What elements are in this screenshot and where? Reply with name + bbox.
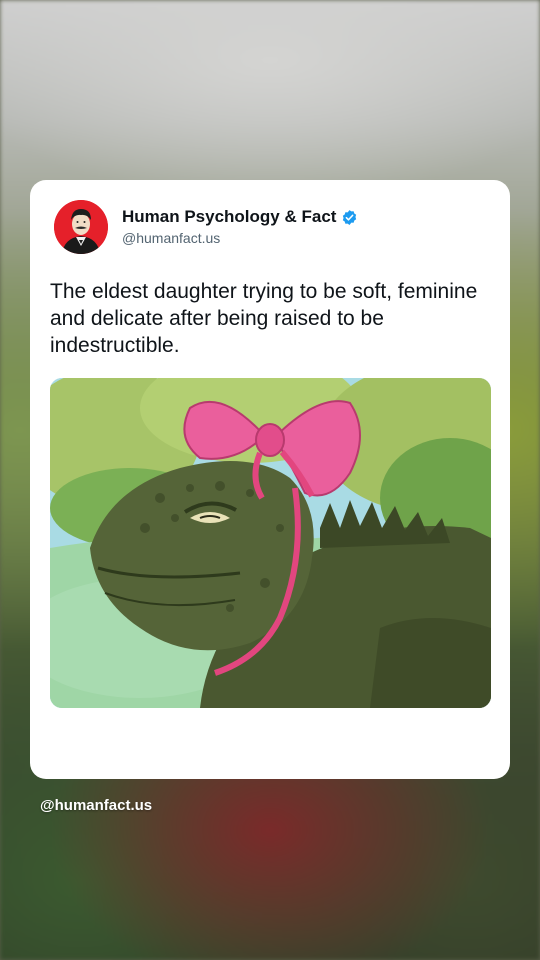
- post-card[interactable]: Human Psychology & Fact @humanfact.us Th…: [30, 180, 510, 779]
- cartoon-lizard-with-pink-bow-icon: [50, 378, 491, 708]
- post-text: The eldest daughter trying to be soft, f…: [50, 280, 478, 357]
- verified-badge-icon: [343, 209, 357, 225]
- watermark-handle: @humanfact.us: [40, 797, 153, 814]
- avatar-portrait-icon: [54, 200, 108, 254]
- avatar[interactable]: [54, 200, 108, 254]
- account-name[interactable]: Human Psychology & Fact: [122, 207, 336, 227]
- post-image[interactable]: [50, 378, 491, 708]
- account-name-row[interactable]: Human Psychology & Fact: [122, 207, 358, 227]
- account-handle[interactable]: @humanfact.us: [122, 230, 220, 246]
